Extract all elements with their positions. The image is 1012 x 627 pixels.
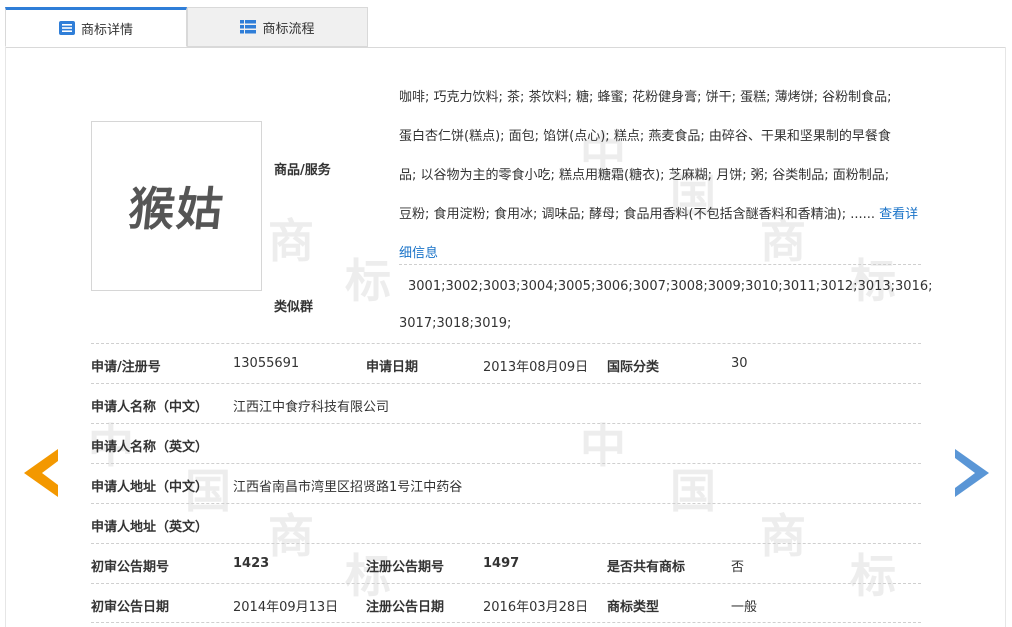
prelim-issue-label: 初审公告期号 <box>91 560 170 575</box>
tab-label: 商标详情 <box>80 22 133 38</box>
apply-date-value: 2013年08月09日 <box>483 360 589 375</box>
goods-services-list: 咖啡; 巧克力饮料; 茶; 茶饮料; 糖; 蜂蜜; 花粉健身膏; 饼干; 蛋糕;… <box>399 90 919 261</box>
divider <box>91 622 921 623</box>
prelim-issue-value: 1423 <box>233 556 270 571</box>
reg-date-value: 2016年03月28日 <box>483 600 589 615</box>
divider <box>91 383 921 384</box>
divider <box>91 343 921 344</box>
address-en-label: 申请人地址（英文） <box>91 520 209 535</box>
similar-groups-line1: 3001;3002;3003;3004;3005;3006;3007;3008;… <box>408 279 933 294</box>
address-cn-label: 申请人地址（中文） <box>91 480 209 495</box>
divider <box>91 503 921 504</box>
arrow-left-icon-inner <box>42 458 62 488</box>
divider <box>91 583 921 584</box>
mark-type-label: 商标类型 <box>607 600 660 615</box>
reg-no-value: 13055691 <box>233 356 300 371</box>
divider <box>91 463 921 464</box>
reg-date-label: 注册公告日期 <box>366 600 445 615</box>
divider <box>91 543 921 544</box>
prelim-date-label: 初审公告日期 <box>91 600 170 615</box>
apply-date-label: 申请日期 <box>366 360 419 375</box>
divider <box>399 264 921 265</box>
grid-icon <box>240 20 257 34</box>
similar-groups-line2: 3017;3018;3019; <box>399 316 512 331</box>
applicant-en-label: 申请人名称（英文） <box>91 440 209 455</box>
applicant-cn-value: 江西江中食疗科技有限公司 <box>233 400 390 415</box>
list-icon <box>58 21 75 35</box>
mark-type-value: 一般 <box>731 600 758 615</box>
tab-label: 商标流程 <box>262 21 315 37</box>
address-cn-value: 江西省南昌市湾里区招贤路1号江中药谷 <box>233 480 463 495</box>
shared-value: 否 <box>731 560 745 575</box>
similar-groups-label: 类似群 <box>274 300 314 315</box>
tab-trademark-process[interactable]: 商标流程 <box>187 7 368 47</box>
arrow-right-icon-inner <box>955 458 975 488</box>
trademark-image[interactable]: 猴姑 <box>91 121 262 291</box>
trademark-logo-text: 猴姑 <box>125 182 228 236</box>
goods-services-label: 商品/服务 <box>274 163 331 178</box>
reg-issue-label: 注册公告期号 <box>366 560 445 575</box>
shared-label: 是否共有商标 <box>607 560 686 575</box>
intl-class-label: 国际分类 <box>607 360 660 375</box>
divider <box>91 423 921 424</box>
tab-trademark-details[interactable]: 商标详情 <box>5 7 187 47</box>
intl-class-value: 30 <box>731 356 748 371</box>
tab-bar: 商标详情 商标流程 <box>5 7 1006 48</box>
reg-issue-value: 1497 <box>483 556 520 571</box>
prelim-date-value: 2014年09月13日 <box>233 600 339 615</box>
applicant-cn-label: 申请人名称（中文） <box>91 400 209 415</box>
reg-no-label: 申请/注册号 <box>91 360 161 375</box>
